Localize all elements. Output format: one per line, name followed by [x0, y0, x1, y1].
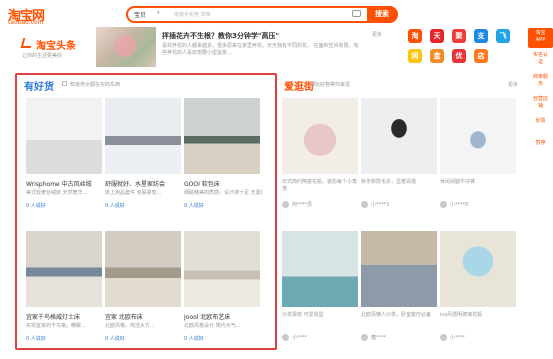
product-name[interactable]: GOOI 软包床	[184, 179, 262, 188]
sidebar-item[interactable]: 淘宝APP	[528, 28, 553, 48]
product-desc: 床上用品套件 亲肤柔软...	[105, 190, 162, 196]
street-item-desc[interactable]: 沙发靠枕 可爱造型	[282, 312, 360, 319]
sidebar-item[interactable]: 暂停	[528, 138, 553, 154]
street-item-user: 小****	[450, 335, 466, 341]
sidebar-item[interactable]: 反馈	[528, 116, 553, 132]
avatar	[361, 334, 368, 341]
app-icon[interactable]: 盒	[430, 49, 444, 63]
product-name[interactable]: Joool 北欧布艺床	[184, 312, 262, 321]
camera-icon[interactable]	[352, 10, 361, 17]
headline-title[interactable]: 抨插花卉不生根？教你3分钟学"高压"	[162, 31, 279, 41]
street-item-user: 小****	[292, 335, 308, 341]
headline-desc: 喜欢养花的人越来越多，很多原来在家里养花，天天我有不同的花， 在面积空间有限，有…	[162, 43, 359, 56]
search-button[interactable]: 搜索	[367, 6, 397, 23]
headline-image[interactable]	[96, 27, 156, 67]
product-likes[interactable]: 0 人说好	[184, 335, 204, 342]
app-icon[interactable]: 闲	[408, 49, 422, 63]
product-likes[interactable]: 0 人说好	[26, 335, 46, 342]
street-item-user: 小****3	[371, 202, 390, 208]
search-box[interactable]: 宝贝 ▾ 拼酱手机壳 草莓	[126, 6, 398, 23]
sidebar-item[interactable]: 自营店铺	[528, 94, 553, 110]
street-item-desc[interactable]: ins风透明玻璃花瓶	[440, 312, 518, 319]
product-image[interactable]	[26, 231, 102, 307]
street-item-user: 小****8	[450, 202, 469, 208]
product-likes[interactable]: 0 人说好	[26, 202, 46, 209]
product-image[interactable]	[184, 98, 260, 174]
app-icon[interactable]: 天	[430, 29, 444, 43]
search-input[interactable]: 拼酱手机壳 草莓	[174, 11, 211, 18]
street-item-image[interactable]	[361, 98, 437, 174]
avatar	[361, 201, 368, 208]
section-subtitle-street: 潮玩好物等你来逛	[310, 82, 351, 88]
street-item-desc[interactable]: 休闲阔腿牛仔裤	[440, 179, 518, 186]
product-name[interactable]: 宜家 北欧布床	[105, 312, 183, 321]
app-icon[interactable]: 飞	[496, 29, 510, 43]
product-name[interactable]: Wrisphome 中古风丝绒	[26, 179, 104, 188]
street-item-image[interactable]	[440, 98, 516, 174]
street-item-desc[interactable]: 日式简约陶瓷花瓶，装扮每个小角落	[282, 179, 360, 193]
app-icon[interactable]: 支	[474, 29, 488, 43]
product-image[interactable]	[184, 231, 260, 307]
street-item-desc[interactable]: 北欧风懒人沙发，卧室客厅必备	[361, 312, 439, 319]
sidebar-item[interactable]: 商家服务	[528, 72, 553, 88]
sidebar-item[interactable]: 实名认证	[528, 50, 553, 66]
product-likes[interactable]: 0 人说好	[105, 335, 125, 342]
avatar	[282, 201, 289, 208]
headline-more-link[interactable]: 更多	[372, 31, 382, 38]
taobao-logo-sub: taobao.com	[8, 19, 44, 26]
search-category-select[interactable]: 宝贝	[134, 10, 146, 19]
product-desc: 北欧风格，简洁大方...	[105, 323, 155, 329]
product-image[interactable]	[105, 98, 181, 174]
app-icon[interactable]: 优	[452, 49, 466, 63]
app-icon[interactable]: 淘	[408, 29, 422, 43]
street-item-user: 糖****	[371, 335, 387, 341]
product-name[interactable]: 宜家千鸟格威灯士床	[26, 312, 104, 321]
info-icon	[62, 81, 67, 86]
section-title-good-goods[interactable]: 有好货	[24, 78, 54, 93]
product-likes[interactable]: 0 人说好	[184, 202, 204, 209]
street-item-image[interactable]	[361, 231, 437, 307]
section-subtitle-good-goods: 知道男女都在买的东西	[70, 82, 121, 88]
product-desc: 实现宜家的千鸟格，精致...	[26, 323, 86, 329]
street-item-image[interactable]	[282, 231, 358, 307]
street-item-image[interactable]	[282, 98, 358, 174]
headline-brand-sub: 让你的生活更美好	[22, 53, 63, 59]
product-desc: 细腻精美的质感，设计感十足 无需解释	[184, 190, 262, 196]
product-desc: 美式轻奢丝绒床 天然奢华...	[26, 190, 88, 196]
headline-logo-icon	[20, 38, 34, 48]
chevron-down-icon: ▾	[157, 10, 160, 16]
app-icon[interactable]: 店	[474, 49, 488, 63]
app-icon[interactable]: 聚	[452, 29, 466, 43]
avatar	[440, 334, 447, 341]
avatar	[282, 334, 289, 341]
product-desc: 北欧风格设计 简约大气...	[184, 323, 241, 329]
product-image[interactable]	[105, 231, 181, 307]
product-image[interactable]	[26, 98, 102, 174]
street-more-link[interactable]: 更多	[508, 81, 518, 88]
product-likes[interactable]: 0 人说好	[105, 202, 125, 209]
headline-brand[interactable]: 淘宝头条	[36, 37, 76, 52]
avatar	[440, 201, 447, 208]
product-name[interactable]: 舒服就好、水星家纺会	[105, 179, 183, 188]
street-item-image[interactable]	[440, 231, 516, 307]
street-item-user: 阿****员	[292, 202, 313, 208]
street-item-desc[interactable]: 秋冬新款毛衣，显瘦百搭	[361, 179, 439, 186]
